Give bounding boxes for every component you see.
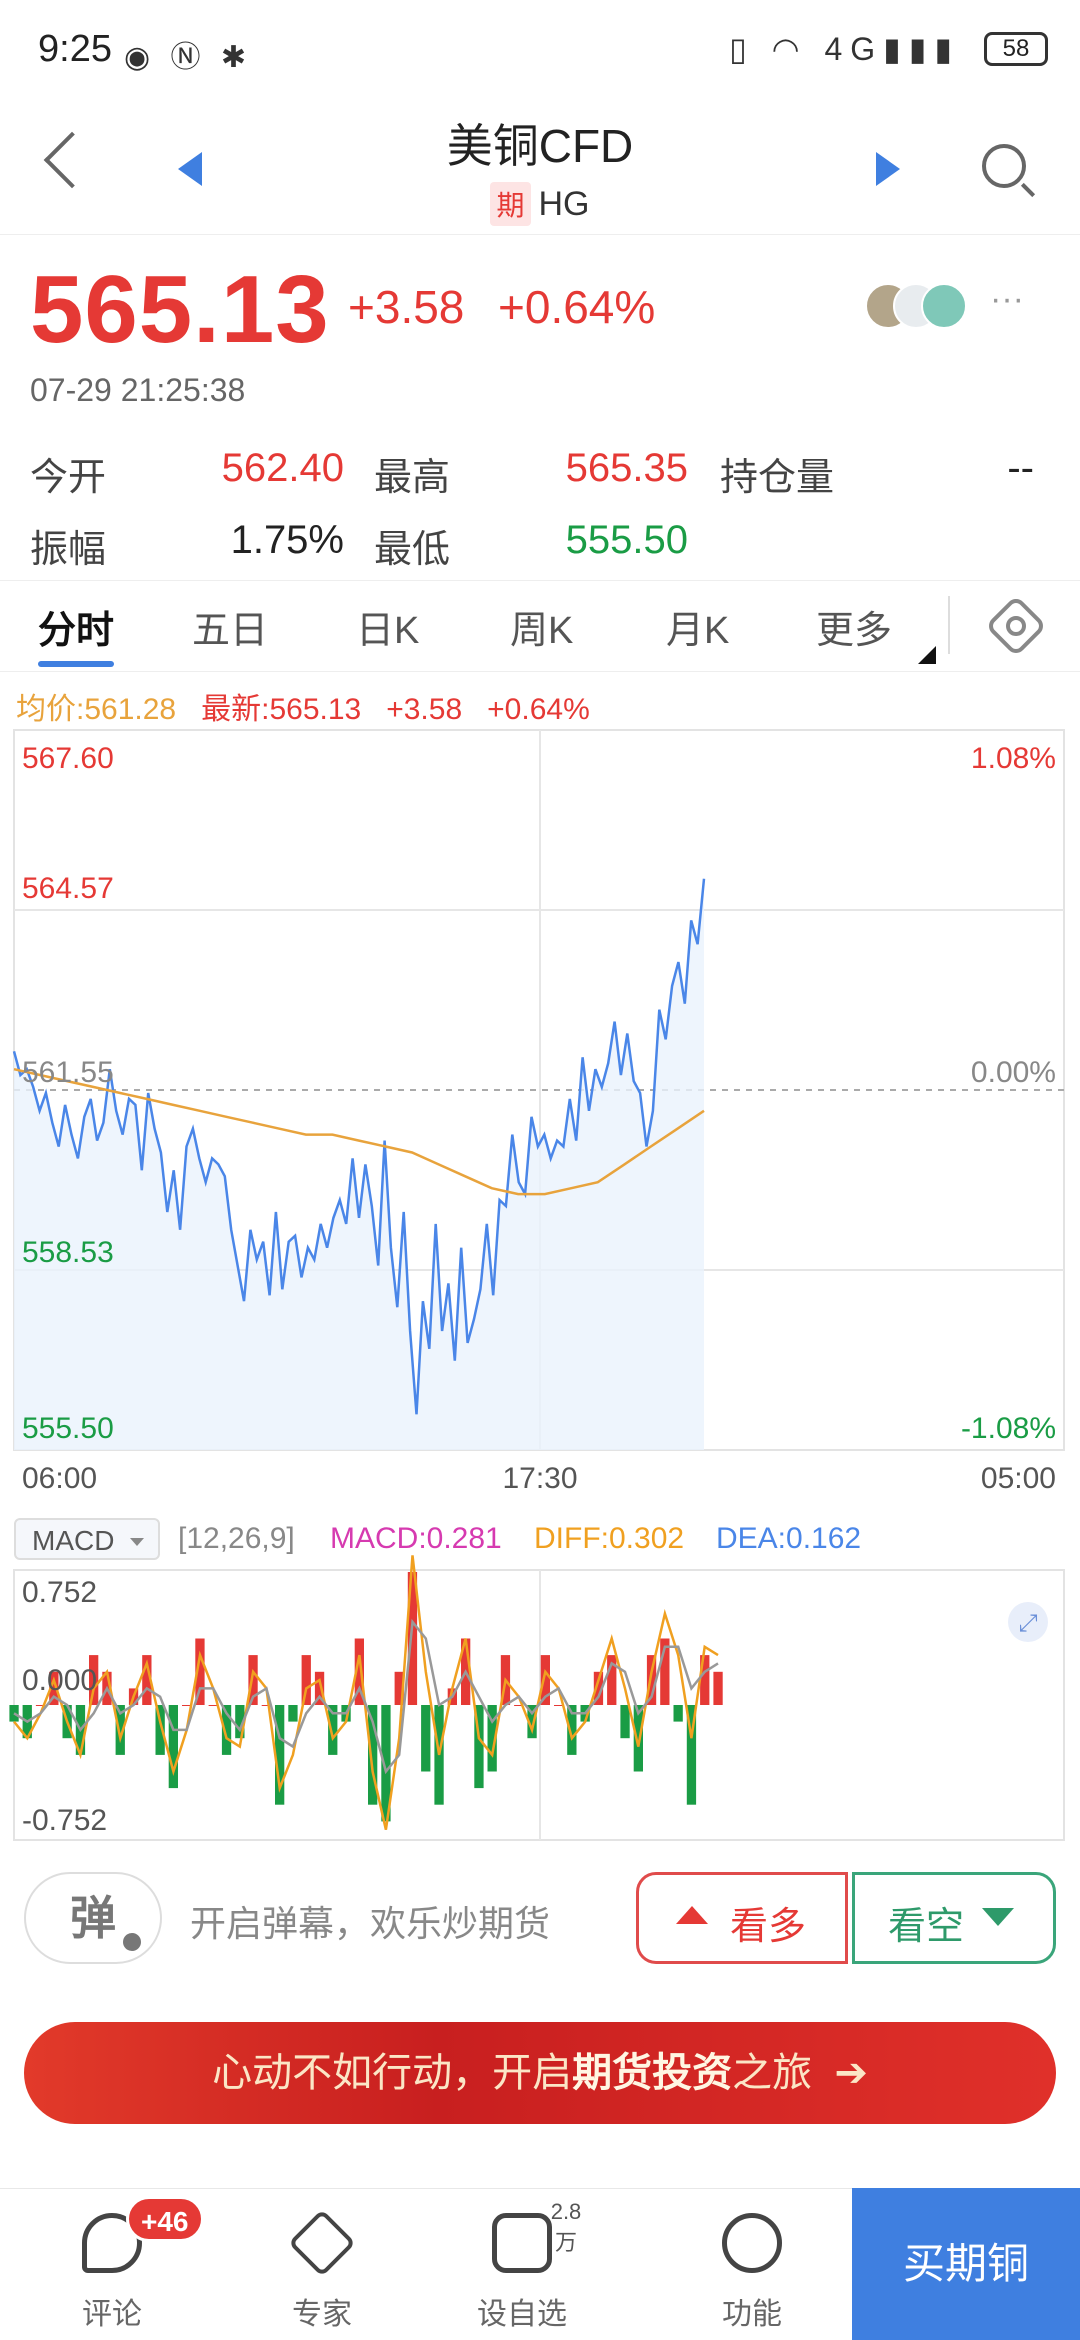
macd-value: MACD:0.281 xyxy=(330,1522,502,1555)
expand-icon-glyph: ⤢ xyxy=(1018,1610,1037,1637)
nav-function[interactable]: 功能 xyxy=(682,2189,822,2340)
stat-amplitude-label: 振幅 xyxy=(30,529,107,571)
price-series-layer xyxy=(12,878,706,1450)
banner-prefix: 心动不如行动，开启 xyxy=(212,2051,573,2095)
watchlist-count: 2.8万 xyxy=(550,2199,582,2255)
status-time: 9:25 xyxy=(38,28,112,70)
tab-intraday[interactable]: 分时 xyxy=(38,599,114,654)
tab-more[interactable]: 更多 xyxy=(816,599,892,654)
danmu-off-icon xyxy=(120,1930,144,1954)
more-icon[interactable]: ··· xyxy=(990,280,1024,319)
stat-low-label: 最低 xyxy=(374,529,451,571)
price-change: +3.58 xyxy=(348,281,465,333)
nav-label: 设自选 xyxy=(477,2298,567,2331)
symbol-subtitle: 期 HG xyxy=(0,182,1080,226)
y-label-right: 1.08% xyxy=(971,742,1056,775)
stat-oi-value: -- xyxy=(1007,446,1034,490)
nav-watchlist[interactable]: 2.8万 设自选 xyxy=(452,2189,592,2340)
y-label-left: 567.60 xyxy=(22,742,114,775)
nav-label: 功能 xyxy=(722,2298,782,2331)
price-change-percent: +0.64% xyxy=(498,281,656,333)
dea-value: DEA:0.162 xyxy=(716,1522,862,1555)
y-label-left: 561.55 xyxy=(22,1056,114,1089)
search-icon[interactable] xyxy=(982,144,1026,188)
banner-bold: 期货投资 xyxy=(572,2051,733,2095)
y-label-right: 0.00% xyxy=(971,1056,1056,1089)
indicator-name: MACD xyxy=(32,1525,115,1556)
tab-weekly-k[interactable]: 周K xyxy=(510,599,573,654)
bullish-label: 看多 xyxy=(730,1906,807,1948)
stat-high-label: 最高 xyxy=(374,457,451,499)
network-type: 4G xyxy=(824,31,884,67)
more-dropdown-icon xyxy=(918,646,936,664)
macd-bar xyxy=(620,1705,630,1739)
macd-params: [12,26,9] xyxy=(178,1522,295,1555)
stat-open-label: 今开 xyxy=(30,457,107,499)
macd-bar xyxy=(301,1655,311,1705)
x-label: 17:30 xyxy=(502,1462,577,1495)
chevron-down-icon xyxy=(130,1538,144,1546)
tab-monthly-k[interactable]: 月K xyxy=(666,599,729,654)
danmu-placeholder[interactable]: 开启弹幕，欢乐炒期货 xyxy=(190,1895,550,1947)
last-price: 565.13 xyxy=(30,256,330,363)
nav-expert[interactable]: 专家 xyxy=(252,2189,392,2340)
nav-label: 评论 xyxy=(82,2298,142,2331)
macd-bar xyxy=(288,1705,298,1722)
expert-icon xyxy=(288,2209,356,2277)
y-label-left: 564.57 xyxy=(22,872,114,905)
down-arrow-icon xyxy=(982,1908,1014,1926)
settings-icon-center xyxy=(1006,616,1026,636)
status-notification-icons: ◉ Ⓝ ✱ xyxy=(124,41,252,74)
bearish-label: 看空 xyxy=(888,1906,965,1948)
macd-header: MACD [12,26,9] MACD:0.281 DIFF:0.302 DEA… xyxy=(14,1518,1074,1562)
macd-bar xyxy=(673,1705,683,1722)
danmu-button[interactable]: 弹 xyxy=(24,1872,162,1964)
buy-button[interactable]: 买期铜 xyxy=(852,2188,1080,2340)
x-label: 05:00 xyxy=(981,1462,1056,1495)
price-chart[interactable]: 567.60 564.57 561.55 558.53 555.50 1.08%… xyxy=(0,720,1080,1850)
next-symbol-icon[interactable] xyxy=(876,152,900,186)
header: 美铜CFD 期 HG xyxy=(0,100,1080,235)
macd-y-label: -0.752 xyxy=(22,1804,107,1837)
diff-value: DIFF:0.302 xyxy=(534,1522,685,1555)
indicator-select[interactable]: MACD xyxy=(14,1518,160,1560)
y-label-left: 558.53 xyxy=(22,1236,114,1269)
tabs-divider xyxy=(948,596,950,654)
symbol-code: HG xyxy=(538,185,590,223)
battery-icon: 58 xyxy=(984,32,1048,66)
y-label-left: 555.50 xyxy=(22,1412,114,1445)
stat-low-value: 555.50 xyxy=(565,518,688,562)
status-bar: 9:25 ◉ Ⓝ ✱ ▯ ◠ 4G▮▮▮ 58 xyxy=(0,0,1080,100)
status-signal-icons: ▯ ◠ 4G▮▮▮ xyxy=(729,31,960,67)
tab-five-day[interactable]: 五日 xyxy=(192,599,268,654)
y-label-right: -1.08% xyxy=(961,1412,1056,1445)
x-label: 06:00 xyxy=(22,1462,97,1495)
stat-high-value: 565.35 xyxy=(565,446,688,490)
stat-open-value: 562.40 xyxy=(221,446,344,490)
price-area xyxy=(14,878,704,1450)
macd-bar xyxy=(421,1705,431,1772)
nav-label: 专家 xyxy=(292,2298,352,2331)
macd-series-layer xyxy=(9,1555,723,1830)
menu-icon xyxy=(722,2213,782,2273)
promo-banner[interactable]: 心动不如行动，开启期货投资之旅 ➔ xyxy=(24,2022,1056,2124)
quote-timestamp: 07-29 21:25:38 xyxy=(30,372,246,408)
tab-daily-k[interactable]: 日K xyxy=(356,599,419,654)
avatar xyxy=(921,283,967,329)
user-avatars[interactable] xyxy=(865,283,985,331)
stat-amplitude-value: 1.75% xyxy=(230,518,344,562)
active-tab-indicator xyxy=(38,661,114,667)
up-arrow-icon xyxy=(676,1906,708,1924)
page-title: 美铜CFD xyxy=(446,120,634,172)
stat-oi-label: 持仓量 xyxy=(720,457,835,499)
macd-y-label: 0.752 xyxy=(22,1576,97,1609)
comment-badge: +46 xyxy=(126,2196,204,2242)
arrow-right-icon: ➔ xyxy=(834,2051,868,2095)
banner-suffix: 之旅 xyxy=(732,2051,813,2095)
macd-bar xyxy=(713,1671,723,1705)
macd-y-label: 0.000 xyxy=(22,1664,97,1697)
futures-tag: 期 xyxy=(490,182,531,226)
